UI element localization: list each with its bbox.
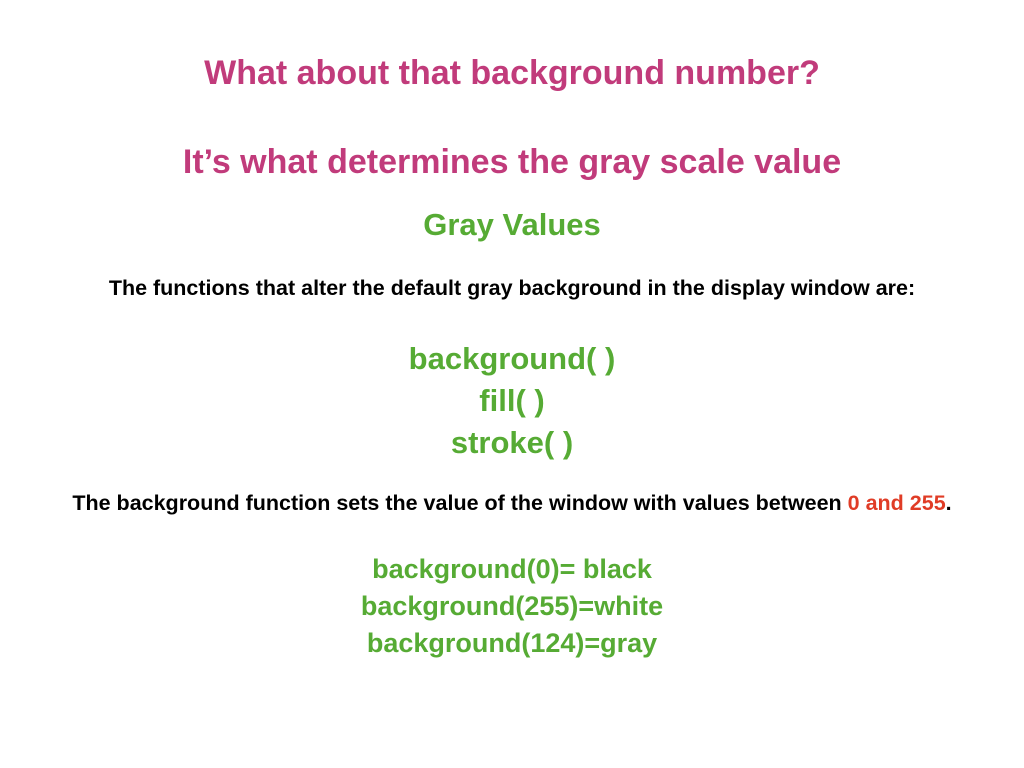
function-item-fill: fill( ) <box>479 383 545 418</box>
example-list: background(0)= black background(255)=whi… <box>0 551 1024 662</box>
description-period: . <box>945 491 952 515</box>
intro-text: The functions that alter the default gra… <box>108 276 916 300</box>
function-item-stroke: stroke( ) <box>450 425 574 460</box>
slide-subtitle: It’s what determines the gray scale valu… <box>182 143 842 181</box>
example-white: background(255)=white <box>360 591 664 621</box>
section-heading: Gray Values <box>423 207 601 242</box>
description-main: The background function sets the value o… <box>72 491 848 515</box>
function-list: background( ) fill( ) stroke( ) <box>0 338 1024 464</box>
description-text: The background function sets the value o… <box>0 491 1024 515</box>
function-item-background: background( ) <box>408 341 616 376</box>
value-range-highlight: 0 and 255 <box>847 491 946 515</box>
example-gray: background(124)=gray <box>366 628 658 658</box>
slide-title: What about that background number? <box>204 54 820 92</box>
example-black: background(0)= black <box>372 554 652 584</box>
